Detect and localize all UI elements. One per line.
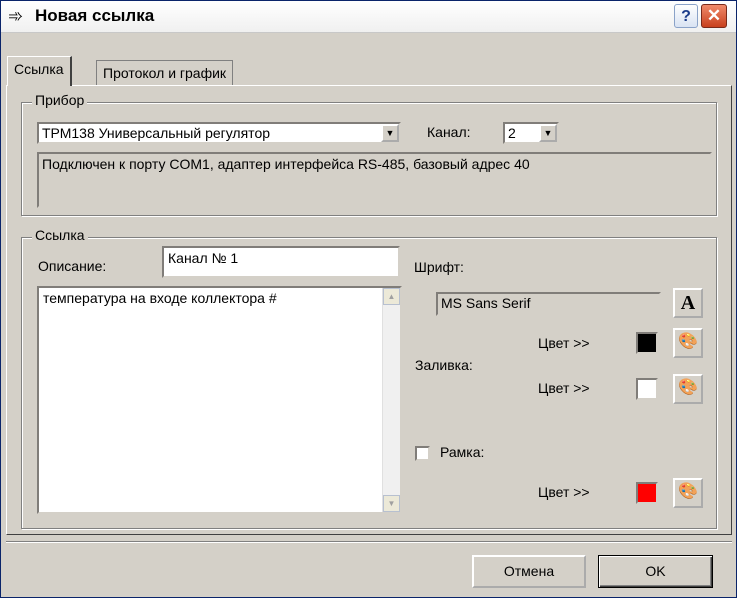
- scroll-up-icon[interactable]: ▲: [383, 288, 400, 305]
- frame-label: Рамка:: [440, 444, 485, 460]
- device-select[interactable]: ТРМ138 Универсальный регулятор ▼: [37, 122, 401, 144]
- tab-protocol-graph[interactable]: Протокол и график: [96, 60, 234, 86]
- title-bar[interactable]: ➾ Новая ссылка ? ✕: [1, 1, 736, 33]
- frame-color-button[interactable]: 🎨: [673, 478, 703, 508]
- window-title: Новая ссылка: [35, 6, 155, 25]
- font-icon: A: [680, 292, 696, 314]
- vertical-scrollbar[interactable]: ▲ ▼: [382, 288, 400, 512]
- link-group-label: Ссылка: [32, 227, 88, 243]
- description-label: Описание:: [38, 258, 107, 274]
- device-info-box: Подключен к порту COM1, адаптер интерфей…: [37, 152, 712, 208]
- fill-color-button[interactable]: 🎨: [673, 374, 703, 404]
- link-text-value: температура на входе коллектора #: [43, 290, 277, 306]
- palette-icon: 🎨: [678, 333, 698, 350]
- fill-color-label: Цвет >>: [538, 380, 590, 396]
- device-group-label: Прибор: [32, 92, 88, 108]
- palette-icon: 🎨: [678, 483, 698, 500]
- description-input-value: Канал № 1: [168, 250, 239, 266]
- help-button[interactable]: ?: [674, 4, 698, 28]
- button-bar-separator: [6, 541, 732, 543]
- device-select-value: ТРМ138 Универсальный регулятор: [42, 125, 271, 141]
- text-color-button[interactable]: 🎨: [673, 328, 703, 358]
- text-color-swatch: [636, 332, 658, 354]
- channel-label: Канал:: [427, 124, 471, 140]
- font-display-value: MS Sans Serif: [441, 295, 531, 311]
- channel-select-value: 2: [508, 125, 516, 141]
- cancel-button[interactable]: Отмена: [472, 555, 586, 588]
- tab-link[interactable]: Ссылка: [7, 56, 72, 86]
- channel-select[interactable]: 2 ▼: [503, 122, 559, 144]
- fill-label: Заливка:: [415, 357, 473, 373]
- chevron-down-icon[interactable]: ▼: [381, 124, 399, 142]
- tab-panel-link: Прибор ТРМ138 Универсальный регулятор ▼ …: [6, 85, 732, 535]
- link-app-icon: ➾: [8, 6, 24, 26]
- chevron-down-icon[interactable]: ▼: [539, 124, 557, 142]
- fill-color-swatch: [636, 378, 658, 400]
- text-color-label: Цвет >>: [538, 335, 590, 351]
- close-button[interactable]: ✕: [701, 4, 727, 28]
- frame-color-label: Цвет >>: [538, 484, 590, 500]
- font-label: Шрифт:: [414, 259, 464, 275]
- ok-button[interactable]: OK: [598, 555, 713, 588]
- link-text-area[interactable]: температура на входе коллектора # ▲ ▼: [37, 286, 402, 514]
- font-display: MS Sans Serif: [436, 292, 661, 316]
- choose-font-button[interactable]: A: [673, 288, 703, 318]
- device-info-text: Подключен к порту COM1, адаптер интерфей…: [42, 156, 530, 172]
- frame-checkbox[interactable]: [415, 446, 430, 461]
- palette-icon: 🎨: [678, 379, 698, 396]
- dialog-window: ➾ Новая ссылка ? ✕ Ссылка Протокол и гра…: [0, 0, 737, 598]
- frame-color-swatch: [636, 482, 658, 504]
- scroll-down-icon[interactable]: ▼: [383, 495, 400, 512]
- description-input[interactable]: Канал № 1: [162, 246, 400, 278]
